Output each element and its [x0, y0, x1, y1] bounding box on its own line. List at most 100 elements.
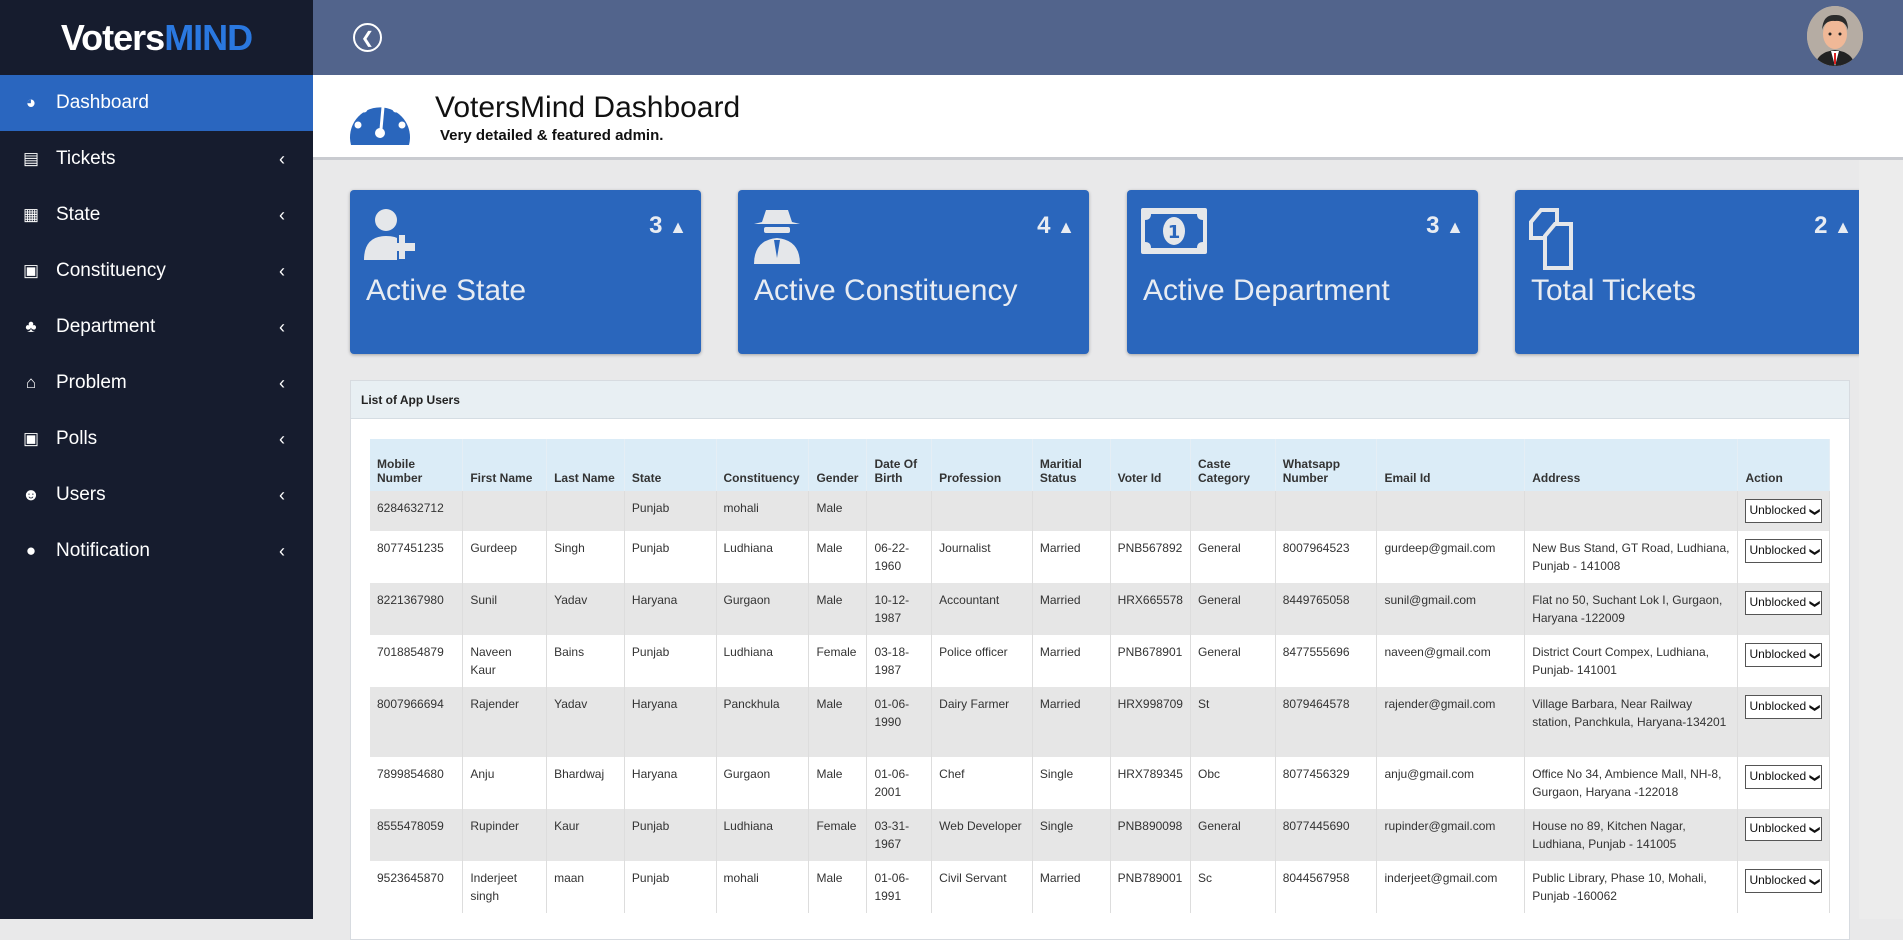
- stat-count: 3 ▲: [1426, 212, 1464, 240]
- spy-icon: [752, 208, 802, 269]
- table-cell: 6284632712: [370, 491, 464, 531]
- sidebar-item-label: Department: [56, 316, 156, 337]
- status-select[interactable]: Unblocked ❯: [1745, 499, 1822, 523]
- stat-card-active-department[interactable]: 1 3 ▲ Active Department: [1127, 190, 1478, 354]
- column-header[interactable]: Whatsapp Number: [1275, 439, 1378, 491]
- sidebar-item-constituency[interactable]: ▣ Constituency ‹: [0, 243, 313, 299]
- table-cell: Flat no 50, Suchant Lok I, Gurgaon, Hary…: [1524, 583, 1739, 635]
- table-cell: PNB678901: [1110, 635, 1191, 687]
- page-title: VotersMind Dashboard: [435, 91, 741, 124]
- sidebar-item-users[interactable]: ☻ Users ‹: [0, 467, 313, 523]
- column-header[interactable]: Email Id: [1376, 439, 1526, 491]
- table-cell: Unblocked ❯: [1737, 861, 1830, 913]
- table-cell: [1275, 491, 1378, 531]
- triangle-up-icon: ▲: [1834, 217, 1852, 237]
- user-plus-icon: [364, 208, 424, 267]
- column-header[interactable]: Last Name: [546, 439, 625, 491]
- table-cell: Punjab: [624, 861, 717, 913]
- column-header[interactable]: State: [624, 439, 717, 491]
- table-row: 7899854680 Anju Bhardwaj Haryana Gurgaon Male…: [370, 757, 1830, 809]
- chevron-down-icon: ❯: [1808, 825, 1820, 835]
- column-header[interactable]: Maritial Status: [1032, 439, 1111, 491]
- column-header[interactable]: Action: [1737, 439, 1830, 491]
- table-cell: HRX789345: [1110, 757, 1191, 809]
- status-select[interactable]: Unblocked ❯: [1745, 539, 1822, 563]
- stat-label: Total Tickets: [1531, 274, 1697, 307]
- table-cell: Married: [1032, 635, 1111, 687]
- table-cell: St: [1190, 687, 1276, 757]
- sidebar-item-label: Polls: [56, 428, 98, 449]
- column-header[interactable]: Gender: [808, 439, 868, 491]
- sidebar-item-dashboard[interactable]: ◕ Dashboard: [0, 75, 313, 131]
- table-cell: gurdeep@gmail.com: [1376, 531, 1526, 583]
- table-cell: District Court Compex, Ludhiana, Punjab-…: [1524, 635, 1739, 687]
- sidebar-item-notification[interactable]: ● Notification ‹: [0, 523, 313, 579]
- table-cell: 03-18-1987: [866, 635, 933, 687]
- table-cell: [462, 491, 548, 531]
- topbar: ❮: [313, 0, 1903, 75]
- table-row: 6284632712 Punjab mohali Male Unblocked ❯: [370, 491, 1830, 531]
- table-cell: inderjeet@gmail.com: [1376, 861, 1526, 913]
- stat-count-value: 3: [649, 212, 663, 239]
- collapse-sidebar-button[interactable]: ❮: [353, 23, 382, 52]
- sidebar-item-department[interactable]: ♣ Department ‹: [0, 299, 313, 355]
- status-select[interactable]: Unblocked ❯: [1745, 869, 1822, 893]
- avatar[interactable]: [1807, 6, 1863, 66]
- table-cell: Rupinder: [462, 809, 548, 861]
- column-header[interactable]: Caste Category: [1190, 439, 1276, 491]
- column-header[interactable]: Constituency: [716, 439, 810, 491]
- table-cell: rupinder@gmail.com: [1376, 809, 1526, 861]
- table-cell: Single: [1032, 757, 1111, 809]
- column-header[interactable]: Date Of Birth: [866, 439, 933, 491]
- table-cell: Yadav: [546, 687, 625, 757]
- table-cell: Unblocked ❯: [1737, 491, 1830, 531]
- sidebar-item-problem[interactable]: ⌂ Problem ‹: [0, 355, 313, 411]
- table-cell: Village Barbara, Near Railway station, P…: [1524, 687, 1739, 757]
- table-cell: Male: [808, 491, 868, 531]
- file-icon: ▦: [22, 205, 40, 224]
- table-cell: Gurgaon: [716, 757, 810, 809]
- brand-logo[interactable]: Voters MIND: [0, 0, 313, 75]
- dashboard-icon: ◕: [25, 93, 37, 112]
- table-cell: Unblocked ❯: [1737, 583, 1830, 635]
- stat-label: Active Constituency: [754, 274, 1018, 307]
- status-select[interactable]: Unblocked ❯: [1745, 695, 1822, 719]
- column-header[interactable]: Voter Id: [1110, 439, 1191, 491]
- sidebar: Voters MIND ◕ Dashboard ▤ Tickets ‹ ▦ State ‹ ▣ Co…: [0, 0, 313, 919]
- sidebar-item-tickets[interactable]: ▤ Tickets ‹: [0, 131, 313, 187]
- chevron-down-icon: ❯: [1808, 877, 1820, 887]
- table-cell: Journalist: [931, 531, 1033, 583]
- sidebar-item-polls[interactable]: ▣ Polls ‹: [0, 411, 313, 467]
- table-cell: Male: [808, 687, 868, 757]
- chevron-left-icon: ‹: [279, 148, 285, 169]
- table-cell: 8077451235: [370, 531, 464, 583]
- table-cell: New Bus Stand, GT Road, Ludhiana, Punjab…: [1524, 531, 1739, 583]
- table-cell: Punjab: [624, 491, 717, 531]
- copy-files-icon: [1529, 208, 1573, 275]
- column-header[interactable]: Address: [1524, 439, 1739, 491]
- chevron-left-icon: ‹: [279, 260, 285, 281]
- table-cell: Singh: [546, 531, 625, 583]
- table-cell: Unblocked ❯: [1737, 531, 1830, 583]
- chat-bubble-icon: ●: [25, 541, 37, 560]
- stat-card-active-state[interactable]: 3 ▲ Active State: [350, 190, 701, 354]
- triangle-up-icon: ▲: [1057, 217, 1075, 237]
- sidebar-item-state[interactable]: ▦ State ‹: [0, 187, 313, 243]
- status-select[interactable]: Unblocked ❯: [1745, 591, 1822, 615]
- table-row: 8221367980 Sunil Yadav Haryana Gurgaon Male 10…: [370, 583, 1830, 635]
- column-header[interactable]: Mobile Number: [370, 439, 464, 491]
- book-icon: ▤: [22, 149, 40, 168]
- status-select[interactable]: Unblocked ❯: [1745, 643, 1822, 667]
- stat-label: Active State: [366, 274, 527, 307]
- stat-card-active-constituency[interactable]: 4 ▲ Active Constituency: [738, 190, 1089, 354]
- column-header[interactable]: Profession: [931, 439, 1033, 491]
- status-select-value: Unblocked: [1749, 503, 1807, 517]
- column-header[interactable]: First Name: [462, 439, 548, 491]
- table-cell: 8477555696: [1275, 635, 1378, 687]
- stat-count: 2 ▲: [1814, 212, 1852, 240]
- status-select[interactable]: Unblocked ❯: [1745, 765, 1822, 789]
- status-select[interactable]: Unblocked ❯: [1745, 817, 1822, 841]
- table-cell: Punjab: [624, 809, 717, 861]
- app-users-table: Mobile Number First Name Last Name State Con…: [370, 439, 1830, 913]
- stat-card-total-tickets[interactable]: 2 ▲ Total Tickets: [1515, 190, 1866, 354]
